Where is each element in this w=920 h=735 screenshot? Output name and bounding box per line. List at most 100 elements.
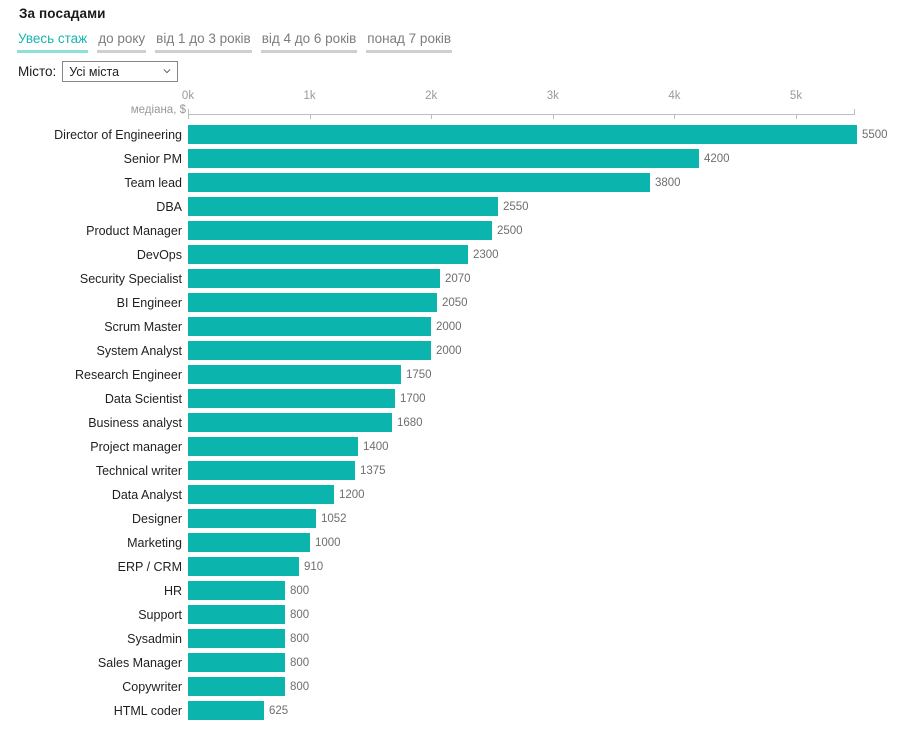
bar-value-label: 4200 [704,153,730,165]
bar-category-label: Support [138,608,182,622]
axis-unit-label: медіана, $ [130,104,186,116]
bar-value-label: 2300 [473,249,499,261]
salary-by-position-panel: За посадами Увесь стаж до року від 1 до 3 … [0,0,920,735]
bar-category-label: Security Specialist [79,272,182,286]
bar-category-label: DBA [156,200,182,214]
bar-row: DevOps 2300 [0,244,920,268]
bar[interactable] [188,677,285,696]
bar-category-label: HTML coder [113,704,182,718]
bar-category-label: HR [163,584,182,598]
axis-tick-label: 4k [668,90,681,102]
bar-row: Team lead 3800 [0,172,920,196]
bar[interactable] [188,701,264,720]
bar[interactable] [188,461,355,480]
tab-experience-3[interactable]: від 4 до 6 років [260,31,358,53]
bar-value-label: 1400 [363,441,389,453]
bar[interactable] [188,293,437,312]
chevron-down-icon [162,67,171,75]
bar[interactable] [188,197,498,216]
bar[interactable] [188,557,299,576]
bar[interactable] [188,437,358,456]
bar-row: HTML coder 625 [0,700,920,724]
bar[interactable] [188,341,431,360]
bar-row: HR 800 [0,580,920,604]
axis-tick-label: 1k [303,90,316,102]
bar-category-label: BI Engineer [116,296,182,310]
axis-cap-right [854,109,855,115]
axis-tick [188,114,189,119]
bar[interactable] [188,269,440,288]
bar-value-label: 2500 [497,225,523,237]
axis-tick [674,114,676,119]
bar-category-label: Team lead [124,176,182,190]
bar-category-label: Project manager [90,440,182,454]
bar[interactable] [188,581,285,600]
bar-category-label: Scrum Master [104,320,182,334]
bar-row: Senior PM 4200 [0,148,920,172]
axis-tick-label: 2k [425,90,438,102]
bar-category-label: Copywriter [122,680,182,694]
bar[interactable] [188,485,334,504]
axis-line [188,114,854,115]
bar-rows: Director of Engineering 5500 Senior PM 4200… [0,124,920,724]
bar[interactable] [188,125,857,144]
axis-tick [309,114,311,119]
bar-value-label: 1680 [397,417,423,429]
bar-row: Copywriter 800 [0,676,920,700]
bar[interactable] [188,509,316,528]
bar-category-label: Technical writer [95,464,182,478]
bar-row: Support 800 [0,604,920,628]
tab-experience-2[interactable]: від 1 до 3 років [155,31,252,53]
bar-category-label: Marketing [127,536,182,550]
bar-value-label: 3800 [655,177,681,189]
tab-experience-4[interactable]: понад 7 років [366,31,453,53]
bar-value-label: 1375 [360,465,386,477]
bar-row: BI Engineer 2050 [0,292,920,316]
bar-value-label: 2550 [503,201,529,213]
bar-value-label: 2070 [445,273,471,285]
bar-category-label: Business analyst [88,416,182,430]
bar[interactable] [188,245,468,264]
bar-row: Director of Engineering 5500 [0,124,920,148]
city-filter-label: Місто: [18,64,57,79]
bar-value-label: 910 [304,561,324,573]
bar-value-label: 5500 [862,129,888,141]
bar-category-label: System Analyst [96,344,182,358]
bar-value-label: 1750 [406,369,432,381]
bar-category-label: Director of Engineering [54,128,182,142]
bar-row: Research Engineer 1750 [0,364,920,388]
bar[interactable] [188,629,285,648]
bar[interactable] [188,653,285,672]
bar-value-label: 625 [269,705,289,717]
bar[interactable] [188,221,492,240]
chart-x-axis: медіана, $ 0k 1k 2k 3k 4k 5k [0,88,920,124]
bar-row: ERP / CRM 910 [0,556,920,580]
bar[interactable] [188,605,285,624]
bar[interactable] [188,317,431,336]
bar-category-label: Data Scientist [104,392,182,406]
bar-category-label: Designer [131,512,182,526]
bar[interactable] [188,413,392,432]
bar-row: Sysadmin 800 [0,628,920,652]
bar-category-label: Product Manager [86,224,182,238]
axis-tick [796,114,797,119]
bar-row: Technical writer 1375 [0,460,920,484]
tab-experience-1[interactable]: до року [97,31,147,53]
bar-row: Business analyst 1680 [0,412,920,436]
bar[interactable] [188,173,650,192]
bar-category-label: Data Analyst [111,488,182,502]
bar-category-label: Sysadmin [127,632,182,646]
axis-tick-label: 0k [181,90,195,102]
bar[interactable] [188,533,310,552]
axis-tick-label: 3k [546,90,559,102]
bar-row: Security Specialist 2070 [0,268,920,292]
bar[interactable] [188,389,395,408]
bar-row: Data Scientist 1700 [0,388,920,412]
bar[interactable] [188,149,699,168]
bar[interactable] [188,365,401,384]
bar-row: Project manager 1400 [0,436,920,460]
city-select[interactable]: Усі міста [62,61,179,82]
bar-value-label: 1200 [339,489,365,501]
bar-value-label: 2000 [436,321,462,333]
tab-experience-0[interactable]: Увесь стаж [17,31,89,53]
